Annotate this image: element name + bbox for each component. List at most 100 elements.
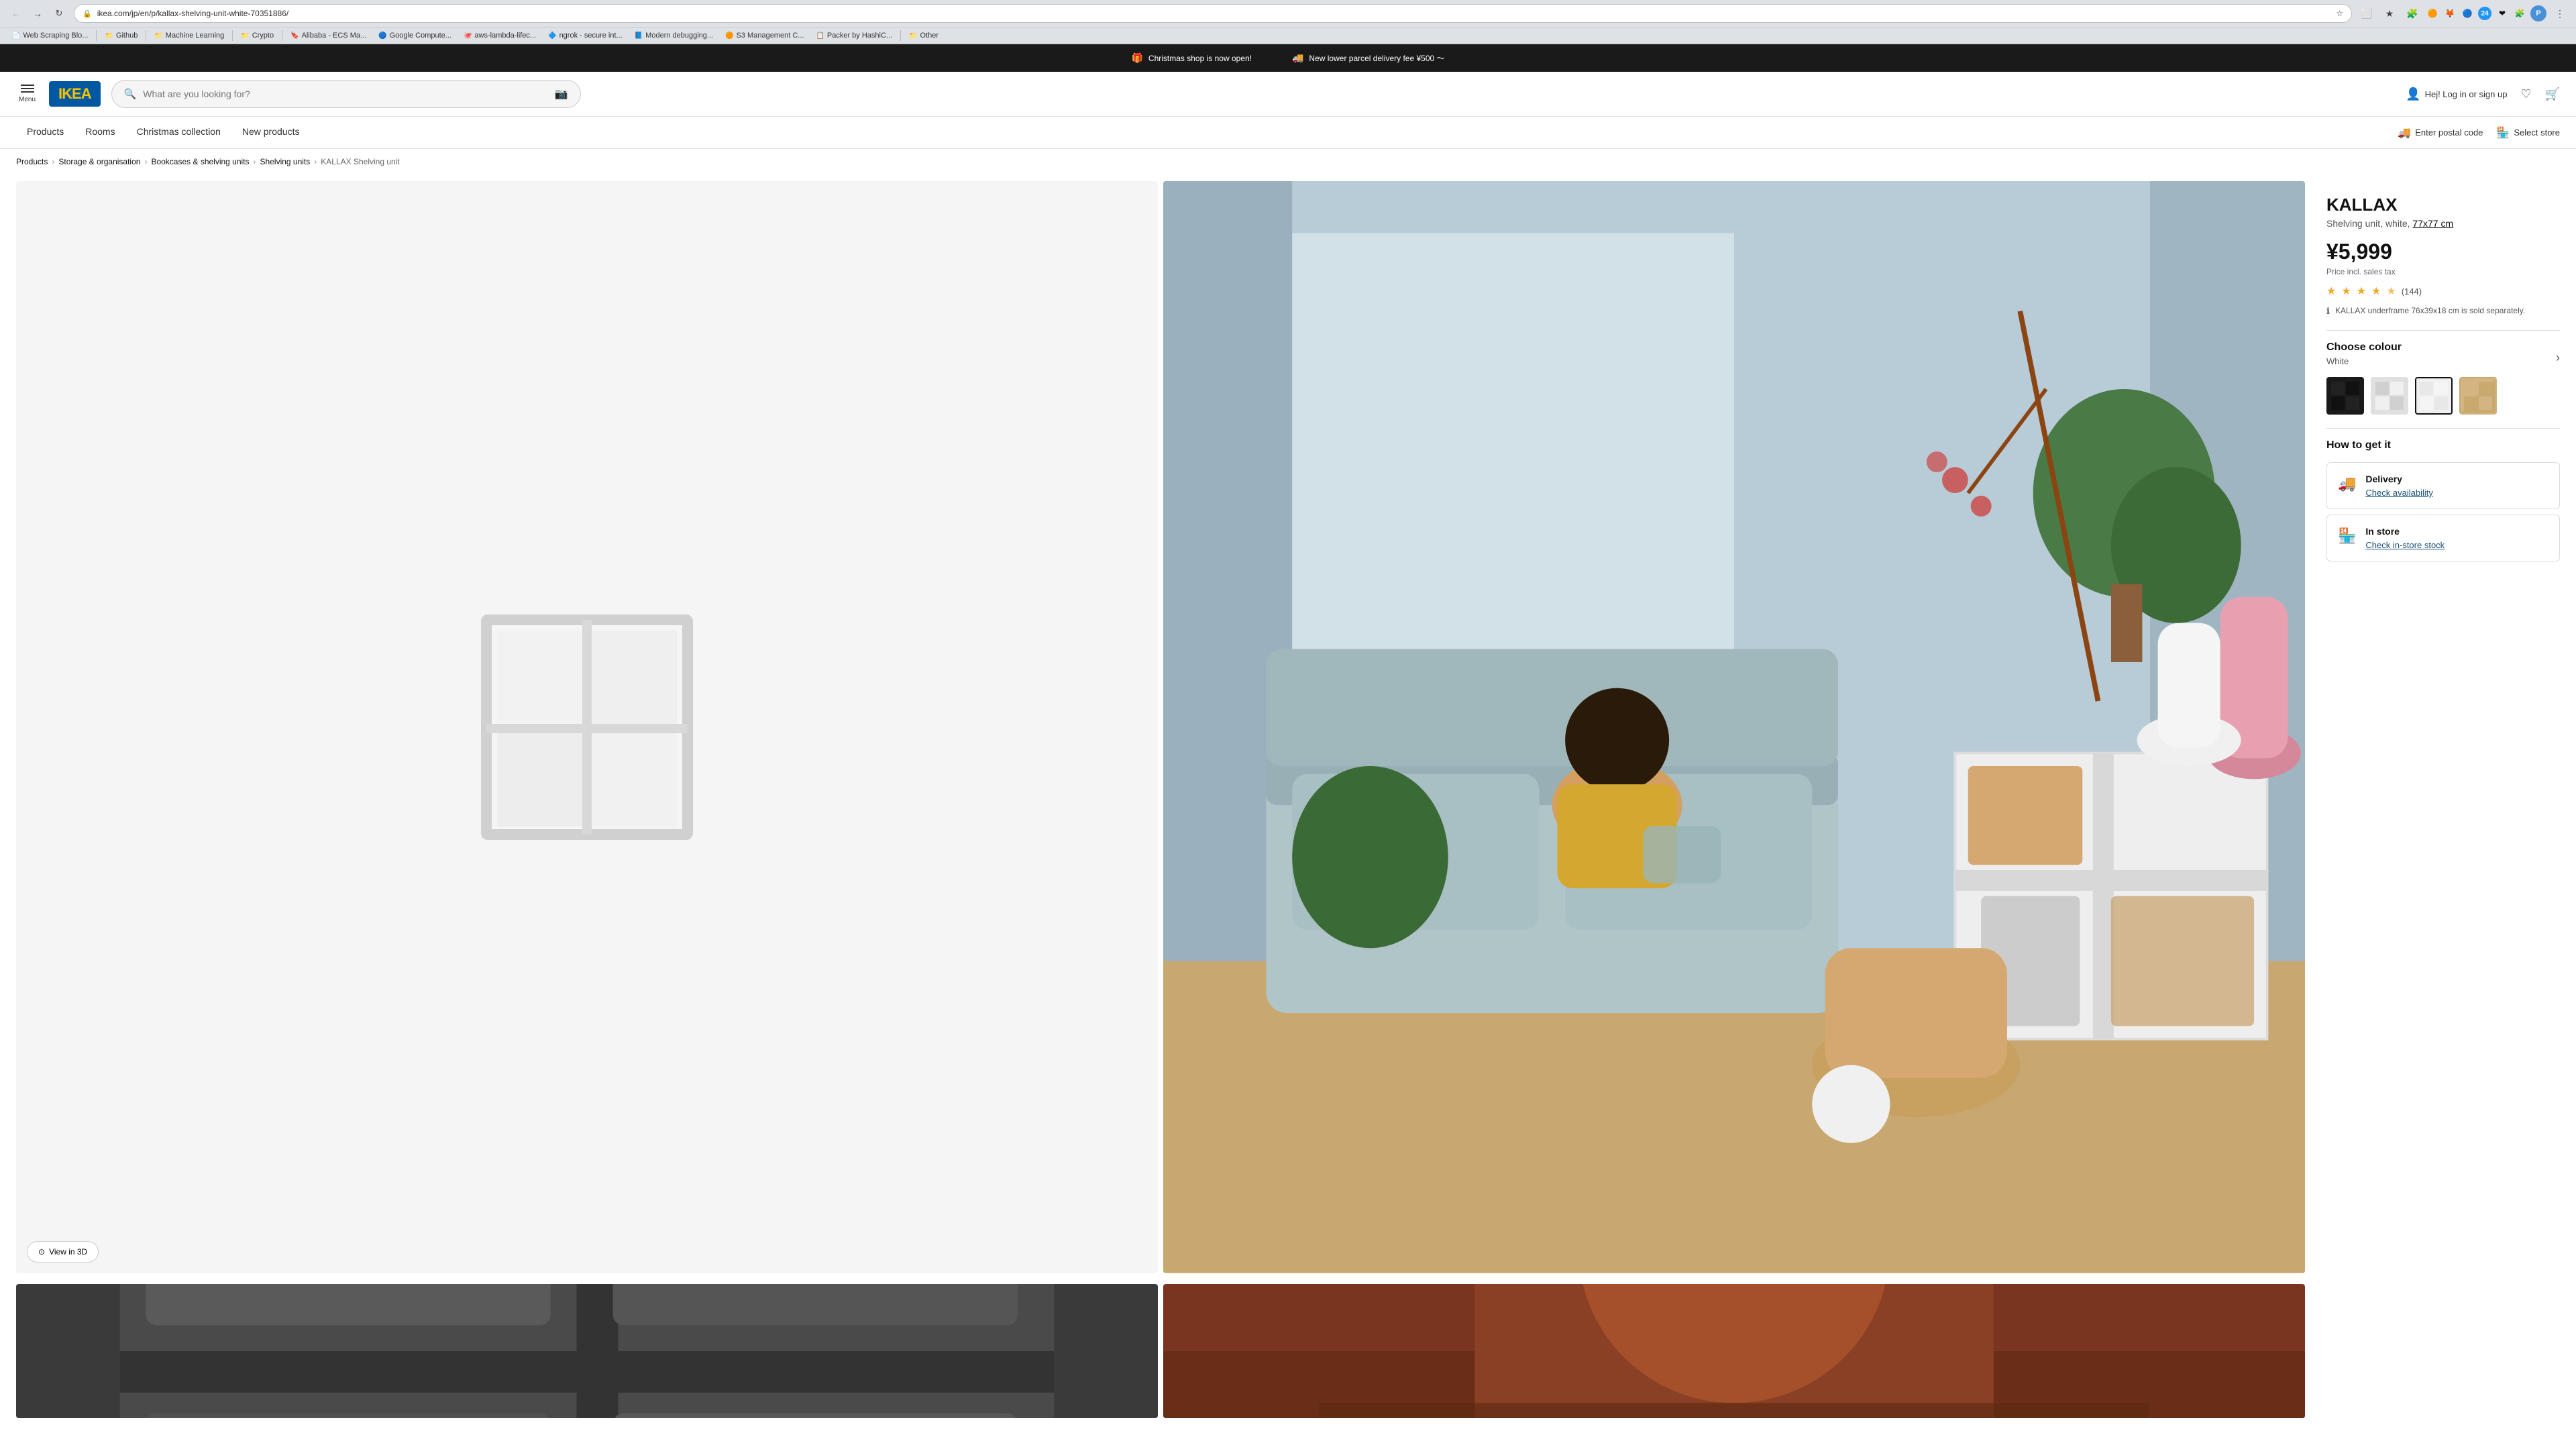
person-icon: 👤 (2406, 87, 2420, 101)
product-name: KALLAX (2326, 195, 2560, 215)
store-building-icon: 🏪 (2338, 527, 2356, 545)
view-3d-icon: ⊙ (38, 1247, 45, 1256)
swatch-cell (2375, 382, 2389, 395)
wishlist-button[interactable]: ♡ (2520, 87, 2531, 101)
screenshot-button[interactable]: ⬜ (2357, 4, 2376, 23)
cart-button[interactable]: 🛒 (2545, 87, 2560, 101)
swatch-cell (2434, 396, 2448, 410)
bookmark-aws[interactable]: 🐙 aws-lambda-lifec... (458, 30, 541, 41)
address-bar[interactable]: 🔒 ikea.com/jp/en/p/kallax-shelving-unit-… (74, 4, 2352, 23)
breadcrumb-products[interactable]: Products (16, 157, 48, 166)
swatch-cell (2331, 396, 2345, 410)
ext-icon-2[interactable]: 🦊 (2443, 7, 2457, 20)
bookmark-icon-12: 📁 (909, 32, 917, 40)
search-input[interactable] (143, 89, 547, 99)
colour-swatches (2326, 377, 2560, 415)
swatch-birch[interactable] (2459, 377, 2497, 415)
ikea-logo[interactable]: IKEA (49, 81, 101, 107)
ext-icon-5[interactable]: ❤ (2496, 7, 2509, 20)
login-button[interactable]: 👤 Hej! Log in or sign up (2406, 87, 2507, 101)
bookmark-button[interactable]: ★ (2380, 4, 2399, 23)
info-icon: ℹ (2326, 306, 2330, 317)
colour-section-title: Choose colour White (2326, 341, 2402, 374)
ikea-header: Menu IKEA 🔍 📷 👤 Hej! Log in or sign up ♡… (0, 72, 2576, 117)
browser-toolbar: ← → ↻ 🔒 ikea.com/jp/en/p/kallax-shelving… (0, 0, 2576, 27)
postal-code-label: Enter postal code (2415, 127, 2483, 138)
breadcrumb: Products › Storage & organisation › Book… (0, 149, 2576, 174)
scene-svg (1163, 181, 2305, 1273)
bookmark-icon-7: 🐙 (464, 32, 472, 40)
delivery-notif-icon: 🚚 (1292, 52, 1303, 64)
menu-button[interactable]: Menu (16, 82, 38, 106)
nav-new-products[interactable]: New products (231, 117, 311, 148)
menu-button[interactable]: ⋮ (2551, 4, 2569, 23)
bookmark-icon-11: 📋 (816, 32, 824, 40)
camera-icon[interactable]: 📷 (555, 87, 568, 101)
nav-products[interactable]: Products (16, 117, 74, 148)
select-store-button[interactable]: 🏪 Select store (2496, 126, 2560, 140)
breadcrumb-shelving[interactable]: Shelving units (260, 157, 311, 166)
star-icon[interactable]: ☆ (2336, 9, 2343, 18)
forward-button[interactable]: → (28, 4, 47, 23)
extensions-button[interactable]: 🧩 (2403, 4, 2422, 23)
truck-icon: 🚚 (2398, 126, 2411, 140)
select-store-label: Select store (2514, 127, 2560, 138)
bookmark-ml[interactable]: 📁 Machine Learning (149, 30, 229, 41)
postal-code-button[interactable]: 🚚 Enter postal code (2398, 126, 2483, 140)
dimensions-link[interactable]: 77x77 cm (2412, 218, 2453, 229)
ext-icon-1[interactable]: 🟠 (2426, 7, 2439, 20)
swatch-white-gray[interactable] (2371, 377, 2408, 415)
swatch-inner-white-gray (2375, 382, 2404, 410)
breadcrumb-storage[interactable]: Storage & organisation (58, 157, 140, 166)
browser-actions: ⬜ ★ 🧩 🟠 🦊 🔵 24 ❤ 🧩 P ⋮ (2357, 4, 2569, 23)
bookmark-web-scraping[interactable]: 📄 Web Scraping Blo... (7, 30, 93, 41)
nav-right: 🚚 Enter postal code 🏪 Select store (2398, 126, 2560, 140)
bookmark-google[interactable]: 🔵 Google Compute... (373, 30, 457, 41)
ext-icon-4[interactable]: 24 (2478, 7, 2491, 20)
swatch-cell (2420, 396, 2433, 410)
delivery-link[interactable]: Check availability (2365, 488, 2432, 498)
url-text: ikea.com/jp/en/p/kallax-shelving-unit-wh… (97, 9, 2331, 18)
colour-name: White (2326, 356, 2402, 366)
reload-button[interactable]: ↻ (50, 4, 68, 23)
swatch-white[interactable] (2415, 377, 2453, 415)
back-button[interactable]: ← (7, 4, 25, 23)
product-price: ¥5,999 (2326, 239, 2560, 264)
divider-2 (2326, 428, 2560, 429)
bookmark-icon-8: 🔷 (548, 32, 556, 40)
bookmark-modern[interactable]: 📘 Modern debugging... (629, 30, 718, 41)
notification-bar: 🎁 Christmas shop is now open! 🚚 New lowe… (0, 44, 2576, 72)
ext-icon-3[interactable]: 🔵 (2461, 7, 2474, 20)
menu-label: Menu (19, 96, 36, 103)
bookmark-other[interactable]: 📁 Other (904, 30, 944, 41)
breadcrumb-current: KALLAX Shelving unit (321, 157, 399, 166)
bookmark-s3[interactable]: 🟠 S3 Management C... (720, 30, 809, 41)
bookmark-alibaba[interactable]: 🔖 Alibaba - ECS Ma... (285, 30, 372, 41)
nav-christmas[interactable]: Christmas collection (126, 117, 231, 148)
chevron-right-icon[interactable]: › (2556, 351, 2560, 365)
bookmark-packer[interactable]: 📋 Packer by HashiC... (810, 30, 898, 41)
menu-line-1 (21, 85, 34, 86)
profile-button[interactable]: P (2530, 5, 2546, 21)
breadcrumb-bookcases[interactable]: Bookcases & shelving units (151, 157, 249, 166)
nav-rooms[interactable]: Rooms (74, 117, 125, 148)
how-to-get-section: How to get it 🚚 Delivery Check availabil… (2326, 439, 2560, 561)
bookmark-crypto[interactable]: 📁 Crypto (235, 30, 279, 41)
bottom-image-2 (1163, 1284, 2305, 1418)
bookmark-divider-3 (232, 30, 233, 41)
bottom-svg-2 (1163, 1284, 2305, 1418)
bookmark-ngrok[interactable]: 🔷 ngrok - secure int... (543, 30, 628, 41)
search-bar[interactable]: 🔍 📷 (111, 80, 581, 108)
swatch-black[interactable] (2326, 377, 2364, 415)
swatch-cell (2479, 382, 2492, 395)
in-store-link[interactable]: Check in-store stock (2365, 540, 2445, 550)
star-2: ★ (2341, 284, 2351, 298)
ext-icon-6[interactable]: 🧩 (2513, 7, 2526, 20)
product-images: ⊙ View in 3D (16, 181, 2305, 1418)
rating-count[interactable]: (144) (2402, 286, 2422, 297)
product-details: KALLAX Shelving unit, white, 77x77 cm ¥5… (2305, 181, 2560, 1418)
view-3d-button[interactable]: ⊙ View in 3D (27, 1241, 99, 1263)
delivery-truck-icon: 🚚 (2338, 475, 2356, 492)
bookmark-github[interactable]: 📁 Github (99, 30, 143, 41)
kallax-shelf-svg (480, 613, 694, 841)
